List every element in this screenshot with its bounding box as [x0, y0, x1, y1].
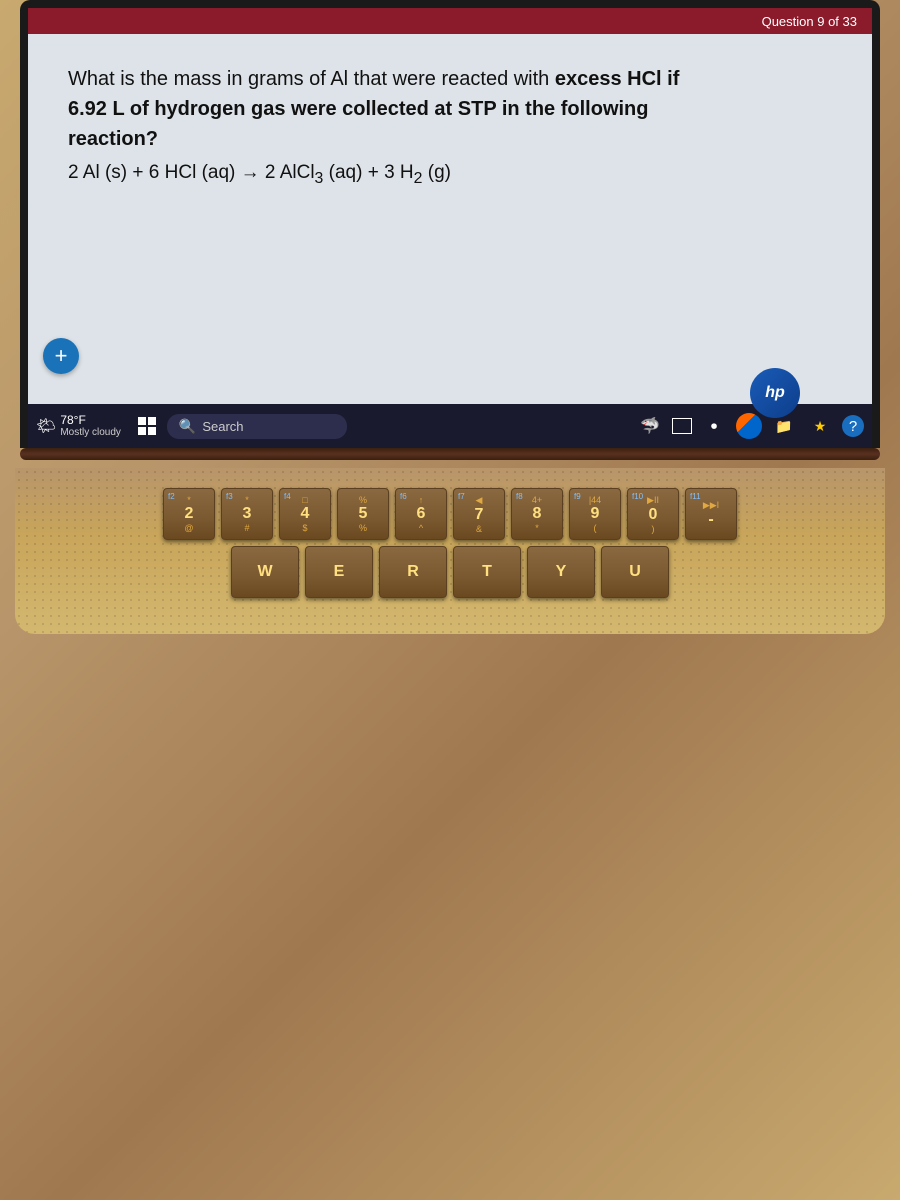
laptop-outer: Question 9 of 33 What is the mass in gra… [0, 0, 900, 1200]
star-icon[interactable]: ★ [806, 412, 834, 440]
bold-text: excess HCl if 6.92 L of hydrogen gas wer… [68, 68, 679, 150]
window-icon[interactable] [672, 418, 692, 434]
key-e[interactable]: E [305, 546, 373, 598]
weather-condition: Mostly cloudy [60, 427, 121, 439]
key-3[interactable]: f3 * 3 # [221, 488, 273, 540]
question-text: What is the mass in grams of Al that wer… [68, 64, 832, 154]
record-icon[interactable]: ⏺ [700, 412, 728, 440]
add-button[interactable]: + [43, 338, 79, 374]
key-9[interactable]: f9 |44 9 ( [569, 488, 621, 540]
taskbar-weather: 🌤 78°F Mostly cloudy [36, 413, 121, 439]
key-8[interactable]: f8 4+ 8 * [511, 488, 563, 540]
key-0[interactable]: f10 ▶II 0 ) [627, 488, 679, 540]
key-t[interactable]: T [453, 546, 521, 598]
weather-icon: 🌤 [36, 416, 56, 436]
question-counter: Question 9 of 33 [762, 14, 857, 29]
hp-logo: hp [750, 368, 800, 418]
key-y[interactable]: Y [527, 546, 595, 598]
taskbar: 🌤 78°F Mostly cloudy 🔍 Search [28, 404, 872, 448]
key-4[interactable]: f4 □ 4 $ [279, 488, 331, 540]
key-5[interactable]: % 5 % [337, 488, 389, 540]
hinge-bar [20, 448, 880, 460]
key-2[interactable]: f2 * 2 @ [163, 488, 215, 540]
key-r[interactable]: R [379, 546, 447, 598]
taskbar-icons: 🦈 ⏺ 📁 ★ ? [636, 412, 864, 440]
start-button[interactable] [131, 410, 163, 442]
quiz-top-bar: Question 9 of 33 [28, 8, 872, 34]
windows-logo-icon [138, 417, 156, 435]
help-icon[interactable]: ? [842, 415, 864, 437]
shark-icon[interactable]: 🦈 [636, 412, 664, 440]
quiz-content: What is the mass in grams of Al that wer… [28, 34, 872, 404]
search-label: Search [202, 419, 243, 434]
weather-temp: 78°F [60, 413, 121, 427]
key-7[interactable]: f7 ◀ 7 & [453, 488, 505, 540]
search-icon: 🔍 [179, 418, 196, 435]
screen: Question 9 of 33 What is the mass in gra… [28, 8, 872, 448]
keyboard-letter-row: W E R T Y U [45, 546, 855, 598]
key-u[interactable]: U [601, 546, 669, 598]
screen-wrapper: Question 9 of 33 What is the mass in gra… [20, 0, 880, 448]
keyboard-area: f2 * 2 @ f3 * 3 # f4 □ 4 $ % 5 % [15, 468, 885, 634]
key-minus[interactable]: f11 ▶▶I - [685, 488, 737, 540]
key-w[interactable]: W [231, 546, 299, 598]
key-6[interactable]: f6 ↑ 6 ^ [395, 488, 447, 540]
taskbar-search[interactable]: 🔍 Search [167, 414, 347, 439]
reaction-equation: 2 Al (s) + 6 HCl (aq) → 2 AlCl3 (aq) + 3… [68, 162, 832, 188]
browser-icon[interactable] [736, 413, 762, 439]
weather-text: 78°F Mostly cloudy [60, 413, 121, 439]
keyboard-number-row: f2 * 2 @ f3 * 3 # f4 □ 4 $ % 5 % [45, 488, 855, 540]
